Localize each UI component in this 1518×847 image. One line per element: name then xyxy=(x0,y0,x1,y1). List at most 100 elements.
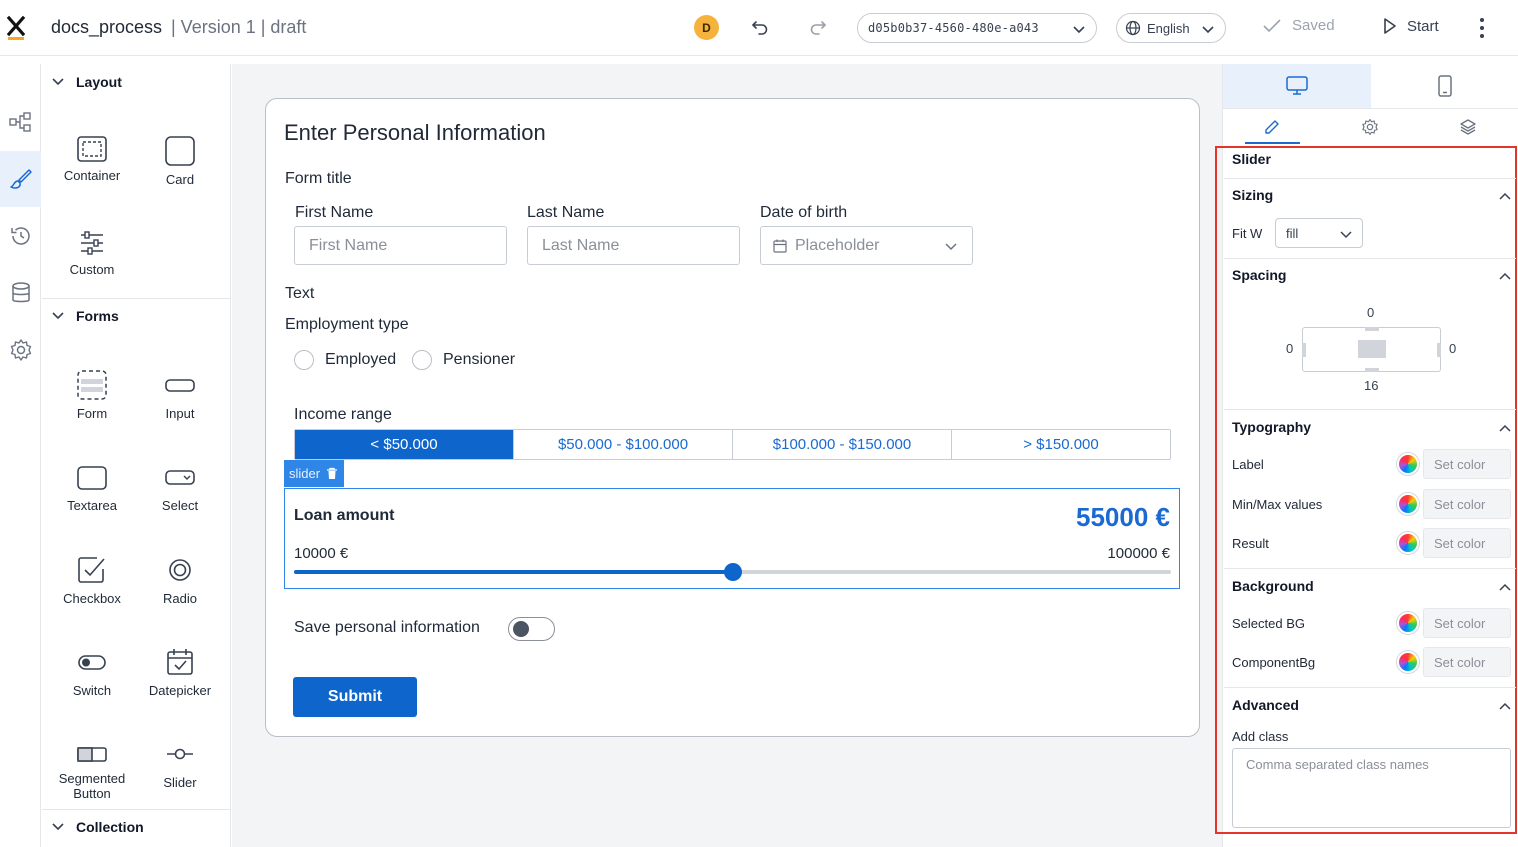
spacing-top-value[interactable]: 0 xyxy=(1367,305,1374,320)
switch-knob xyxy=(513,621,529,637)
layers-tab[interactable] xyxy=(1419,112,1517,142)
segment-option[interactable]: $50.000 - $100.000 xyxy=(513,430,732,459)
spacing-handle-left[interactable] xyxy=(1302,343,1306,357)
set-color-button[interactable]: Set color xyxy=(1423,528,1511,558)
spacing-right-value[interactable]: 0 xyxy=(1449,341,1456,356)
rail-settings-button[interactable] xyxy=(0,322,41,378)
collection-section-header[interactable]: Collection xyxy=(42,810,230,844)
segment-option[interactable]: $100.000 - $150.000 xyxy=(732,430,951,459)
color-picker-icon[interactable] xyxy=(1397,493,1419,515)
card-icon xyxy=(165,136,195,166)
first-name-input[interactable]: First Name xyxy=(294,226,507,265)
spacing-left-value[interactable]: 0 xyxy=(1286,341,1293,356)
mobile-view-tab[interactable] xyxy=(1371,64,1518,108)
styles-tab[interactable] xyxy=(1223,112,1321,144)
rail-history-button[interactable] xyxy=(0,208,41,264)
color-picker-icon[interactable] xyxy=(1397,453,1419,475)
globe-icon xyxy=(1125,20,1141,36)
spacing-handle-top[interactable] xyxy=(1365,327,1379,331)
fit-width-select[interactable]: fill xyxy=(1275,218,1363,248)
radio-circle xyxy=(412,350,432,370)
segment-option[interactable]: < $50.000 xyxy=(295,430,513,459)
segment-option[interactable]: > $150.000 xyxy=(951,430,1170,459)
selected-component-tag[interactable]: slider xyxy=(284,460,344,487)
saved-status: Saved xyxy=(1262,17,1335,34)
layout-section-header[interactable]: Layout xyxy=(42,65,230,99)
trash-icon[interactable] xyxy=(326,467,338,480)
forms-section-header[interactable]: Forms xyxy=(42,299,230,333)
palette-item-custom[interactable]: Custom xyxy=(48,230,136,277)
radio-pensioner[interactable]: Pensioner xyxy=(412,350,515,370)
color-picker-icon[interactable] xyxy=(1397,532,1419,554)
set-color-button[interactable]: Set color xyxy=(1423,608,1511,638)
set-color-button[interactable]: Set color xyxy=(1423,647,1511,677)
palette-item-input[interactable]: Input xyxy=(136,370,224,421)
palette-item-label: Textarea xyxy=(67,498,117,513)
user-avatar[interactable]: D xyxy=(694,15,719,40)
set-color-button[interactable]: Set color xyxy=(1423,489,1511,519)
palette-item-segmented-button[interactable]: Segmented Button xyxy=(48,739,136,801)
palette-item-container[interactable]: Container xyxy=(48,136,136,183)
section-divider xyxy=(1224,568,1516,569)
language-select[interactable]: English xyxy=(1116,13,1226,43)
slider-min-label: 10000 € xyxy=(294,545,349,562)
radio-employed[interactable]: Employed xyxy=(294,350,396,370)
spacing-handle-right[interactable] xyxy=(1437,343,1441,357)
chevron-up-icon[interactable] xyxy=(1499,583,1511,591)
play-icon xyxy=(1384,18,1396,34)
palette-item-textarea[interactable]: Textarea xyxy=(48,462,136,513)
slider-max-label: 100000 € xyxy=(1107,545,1170,562)
add-class-label: Add class xyxy=(1232,729,1289,744)
mobile-icon xyxy=(1438,75,1452,97)
undo-icon[interactable] xyxy=(750,17,770,37)
last-name-input[interactable]: Last Name xyxy=(527,226,740,265)
palette-item-label: Input xyxy=(165,406,195,421)
rail-data-button[interactable] xyxy=(0,265,41,321)
custom-sliders-icon xyxy=(81,231,103,255)
saved-label: Saved xyxy=(1292,17,1335,34)
chevron-down-icon xyxy=(52,78,64,86)
process-id-select[interactable]: d05b0b37-4560-480e-a043 xyxy=(857,13,1097,43)
start-label: Start xyxy=(1407,17,1439,35)
palette-item-label: Custom xyxy=(69,262,115,277)
submit-button[interactable]: Submit xyxy=(293,677,417,717)
desktop-view-tab[interactable] xyxy=(1223,64,1371,108)
palette-item-label: Form xyxy=(76,406,108,421)
rail-process-button[interactable] xyxy=(0,94,41,150)
palette-item-form[interactable]: Form xyxy=(48,370,136,421)
add-class-textarea[interactable]: Comma separated class names xyxy=(1232,748,1511,828)
color-picker-icon[interactable] xyxy=(1397,612,1419,634)
chevron-up-icon[interactable] xyxy=(1499,702,1511,710)
more-vertical-icon[interactable] xyxy=(1472,16,1492,40)
palette-item-radio[interactable]: Radio xyxy=(136,555,224,606)
background-section-title: Background xyxy=(1232,578,1314,594)
form-card[interactable] xyxy=(265,98,1200,737)
date-of-birth-label: Date of birth xyxy=(760,204,848,221)
component-palette: Layout Container Card Custom Forms Form xyxy=(42,64,231,847)
set-color-button[interactable]: Set color xyxy=(1423,449,1511,479)
palette-item-select[interactable]: Select xyxy=(136,462,224,513)
chevron-up-icon[interactable] xyxy=(1499,424,1511,432)
database-icon xyxy=(11,282,30,303)
palette-item-slider[interactable]: Slider xyxy=(136,739,224,790)
color-picker-icon[interactable] xyxy=(1397,651,1419,673)
start-button[interactable]: Start xyxy=(1383,17,1439,35)
palette-item-datepicker[interactable]: Datepicker xyxy=(136,647,224,698)
spacing-handle-bottom[interactable] xyxy=(1365,368,1379,372)
settings-tab[interactable] xyxy=(1321,112,1419,142)
spacing-bottom-value[interactable]: 16 xyxy=(1364,378,1378,393)
slider-thumb[interactable] xyxy=(723,563,742,581)
chevron-up-icon[interactable] xyxy=(1499,192,1511,200)
redo-icon[interactable] xyxy=(808,17,828,37)
fit-width-label: Fit W xyxy=(1232,226,1263,241)
chevron-up-icon[interactable] xyxy=(1499,272,1511,280)
date-of-birth-picker[interactable]: Placeholder xyxy=(760,226,973,265)
palette-item-card[interactable]: Card xyxy=(136,136,224,187)
settings-gear-icon xyxy=(10,339,31,361)
save-info-switch[interactable] xyxy=(508,617,555,641)
palette-item-switch[interactable]: Switch xyxy=(48,647,136,698)
rail-design-button[interactable] xyxy=(0,151,41,207)
checkbox-icon xyxy=(78,557,105,583)
slider-track[interactable] xyxy=(294,563,1171,581)
palette-item-checkbox[interactable]: Checkbox xyxy=(48,555,136,606)
